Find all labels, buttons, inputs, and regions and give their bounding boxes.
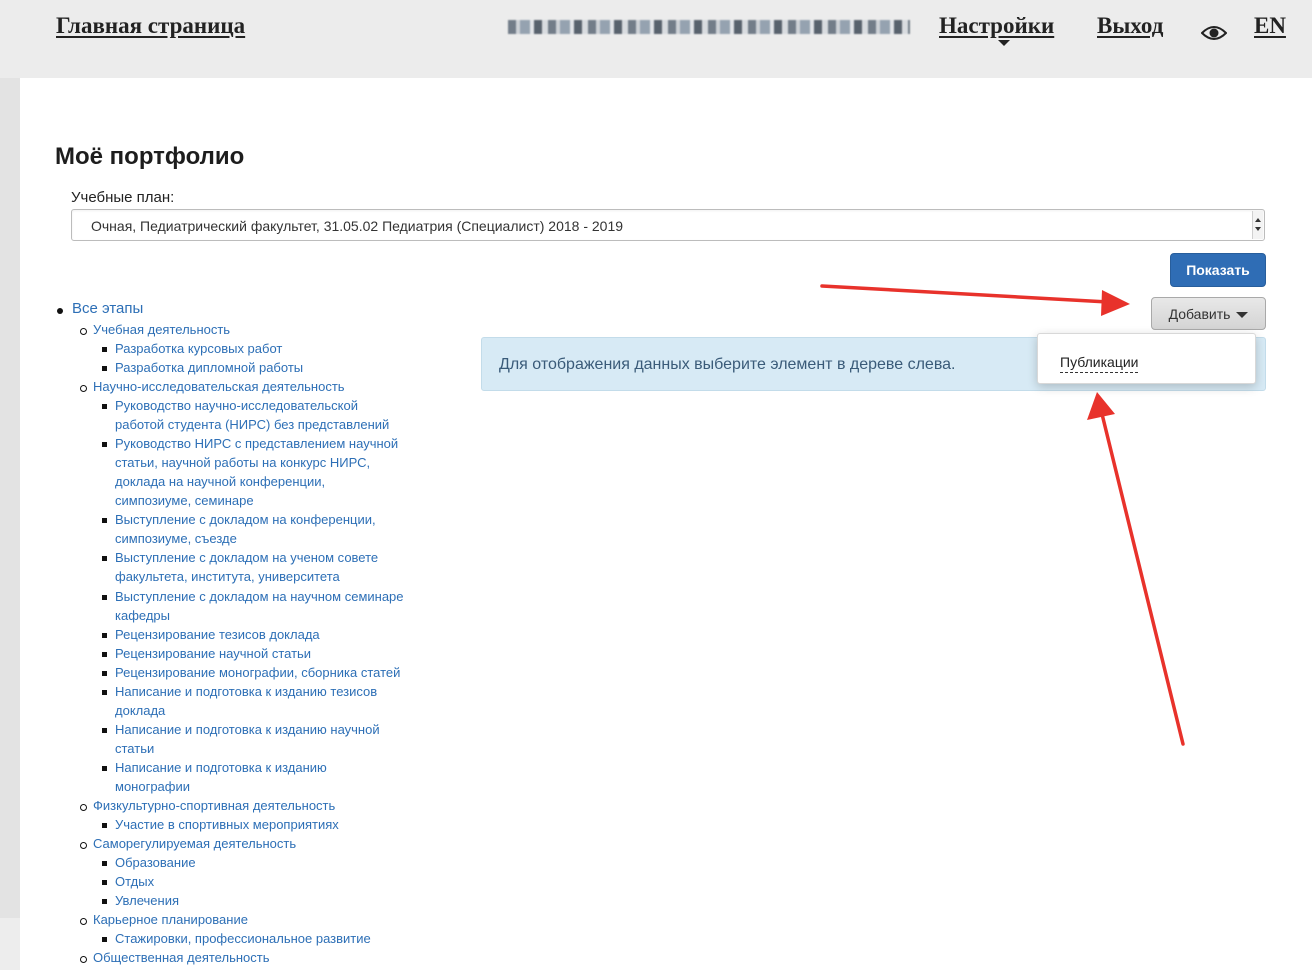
tree-item-label: Общественная деятельность <box>93 950 270 965</box>
tree-item-label: симпозиуме, семинаре <box>115 493 254 508</box>
dropdown-item-publications[interactable]: Публикации <box>1060 354 1139 373</box>
study-plan-select[interactable]: Очная, Педиатрический факультет, 31.05.0… <box>71 209 1265 241</box>
tree-item-label: Научно-исследовательская деятельность <box>93 379 345 394</box>
tree-item-label: Выступление с докладом на конференции, <box>115 512 376 527</box>
logout-link[interactable]: Выход <box>1097 13 1163 39</box>
tree-item-label: Написание и подготовка к изданию <box>115 760 327 775</box>
tree-item-label: Учебная деятельность <box>93 322 231 337</box>
tree-item-label: кафедры <box>115 608 171 623</box>
tree-category-item[interactable]: Физкультурно-спортивная деятельность <box>93 798 335 813</box>
tree-item-label: факультета, института, университета <box>115 569 340 584</box>
tree-leaf-item[interactable]: кафедры <box>115 608 170 623</box>
tree-item-label: Выступление с докладом на ученом совете <box>115 550 379 565</box>
tree-item-label: Все этапы <box>72 300 144 317</box>
home-link[interactable]: Главная страница <box>56 13 245 39</box>
tree-item-label: Руководство НИРС с представлением научно… <box>115 436 399 451</box>
tree-leaf-item[interactable]: Отдых <box>115 874 154 889</box>
tree-item-label: Написание и подготовка к изданию тезисов <box>115 684 378 699</box>
tree-leaf-item[interactable]: Образование <box>115 855 196 870</box>
tree-category-item[interactable]: Учебная деятельность <box>93 322 230 337</box>
tree-leaf-item[interactable]: Увлечения <box>115 893 179 908</box>
tree-item-label: Рецензирование монографии, сборника стат… <box>115 665 401 680</box>
tree-category-item[interactable]: Карьерное планирование <box>93 912 248 927</box>
tree-leaf-item[interactable]: работой студента (НИРС) без представлени… <box>115 417 389 432</box>
user-name-blurred <box>508 20 910 34</box>
tree-leaf-item[interactable]: Выступление с докладом на ученом совете <box>115 550 378 565</box>
tree-leaf-item[interactable]: Написание и подготовка к изданию <box>115 760 327 775</box>
tree-item-label: Разработка курсовых работ <box>115 341 283 356</box>
info-message: Для отображения данных выберите элемент … <box>499 356 956 373</box>
tree-leaf-item[interactable]: доклада <box>115 703 165 718</box>
tree-item-label: статьи, научной работы на конкурс НИРС, <box>115 455 371 470</box>
left-page-edge <box>0 78 20 918</box>
show-button[interactable]: Показать <box>1170 253 1266 287</box>
caret-down-icon <box>1236 311 1249 318</box>
tree-leaf-item[interactable]: Разработка дипломной работы <box>115 360 303 375</box>
tree-item-label: Рецензирование научной статьи <box>115 646 312 661</box>
tree-item-label: монографии <box>115 779 190 794</box>
tree-item-label: Разработка дипломной работы <box>115 360 304 375</box>
tree-leaf-item[interactable]: монографии <box>115 779 190 794</box>
tree-item-label: Карьерное планирование <box>93 912 248 927</box>
tree-category-item[interactable]: Общественная деятельность <box>93 950 269 965</box>
language-switch-link[interactable]: EN <box>1254 13 1286 39</box>
tree-leaf-item[interactable]: статьи, научной работы на конкурс НИРС, <box>115 455 370 470</box>
tree-leaf-item[interactable]: доклада на научной конференции, <box>115 474 325 489</box>
tree-leaf-item[interactable]: Руководство НИРС с представлением научно… <box>115 436 398 451</box>
tree-item-label: симпозиуме, съезде <box>115 531 237 546</box>
tree-leaf-item[interactable]: симпозиуме, семинаре <box>115 493 254 508</box>
tree-item-label: Стажировки, профессиональное развитие <box>115 931 371 946</box>
add-dropdown-menu: Публикации <box>1037 333 1256 384</box>
tree-leaf-item[interactable]: симпозиуме, съезде <box>115 531 237 546</box>
tree-item-label: Саморегулируемая деятельность <box>93 836 297 851</box>
tree-category-item[interactable]: Саморегулируемая деятельность <box>93 836 296 851</box>
tree-category-item[interactable]: Научно-исследовательская деятельность <box>93 379 345 394</box>
tree-leaf-item[interactable]: Разработка курсовых работ <box>115 341 282 356</box>
tree-item-label: работой студента (НИРС) без представлени… <box>115 417 390 432</box>
tree-leaf-item[interactable]: Участие в спортивных мероприятиях <box>115 817 339 832</box>
tree-item-label: доклада <box>115 703 166 718</box>
tree-leaf-item[interactable]: Стажировки, профессиональное развитие <box>115 931 371 946</box>
add-dropdown-button[interactable]: Добавить <box>1151 297 1266 330</box>
page-title: Моё портфолио <box>55 143 245 170</box>
tree-item-label: доклада на научной конференции, <box>115 474 326 489</box>
eye-icon[interactable] <box>1201 24 1227 42</box>
tree-item-label: Написание и подготовка к изданию научной <box>115 722 380 737</box>
tree-leaf-item[interactable]: Рецензирование тезисов доклада <box>115 627 320 642</box>
tree-leaf-item[interactable]: статьи <box>115 741 154 756</box>
tree-item-label: Отдых <box>115 874 155 889</box>
tree-leaf-item[interactable]: факультета, института, университета <box>115 569 340 584</box>
tree-leaf-item[interactable]: Рецензирование монографии, сборника стат… <box>115 665 400 680</box>
tree-root-item[interactable]: Все этапы <box>72 300 143 317</box>
select-arrows-icon <box>1252 211 1263 239</box>
tree-leaf-item[interactable]: Выступление с докладом на конференции, <box>115 512 376 527</box>
top-navigation-bar: Главная страница Настройки Выход EN <box>0 0 1312 78</box>
tree-item-label: Увлечения <box>115 893 180 908</box>
tree-leaf-item[interactable]: Рецензирование научной статьи <box>115 646 311 661</box>
add-button-label: Добавить <box>1168 305 1231 322</box>
tree-item-label: Физкультурно-спортивная деятельность <box>93 798 336 813</box>
tree-item-label: Участие в спортивных мероприятиях <box>115 817 339 832</box>
tree-item-label: статьи <box>115 741 155 756</box>
tree-leaf-item[interactable]: Выступление с докладом на научном семина… <box>115 589 404 604</box>
tree-leaf-item[interactable]: Руководство научно-исследовательской <box>115 398 358 413</box>
tree-leaf-item[interactable]: Написание и подготовка к изданию научной <box>115 722 380 737</box>
tree-item-label: Руководство научно-исследовательской <box>115 398 358 413</box>
tree-item-label: Выступление с докладом на научном семина… <box>115 589 404 604</box>
tree-item-label: Образование <box>115 855 196 870</box>
tree-item-label: Рецензирование тезисов доклада <box>115 627 320 642</box>
study-plan-selected-value: Очная, Педиатрический факультет, 31.05.0… <box>91 218 624 234</box>
tree-leaf-item[interactable]: Написание и подготовка к изданию тезисов <box>115 684 377 699</box>
settings-link[interactable]: Настройки <box>939 13 1054 39</box>
settings-caret-icon <box>998 40 1010 46</box>
study-plan-label: Учебные план: <box>71 189 175 206</box>
